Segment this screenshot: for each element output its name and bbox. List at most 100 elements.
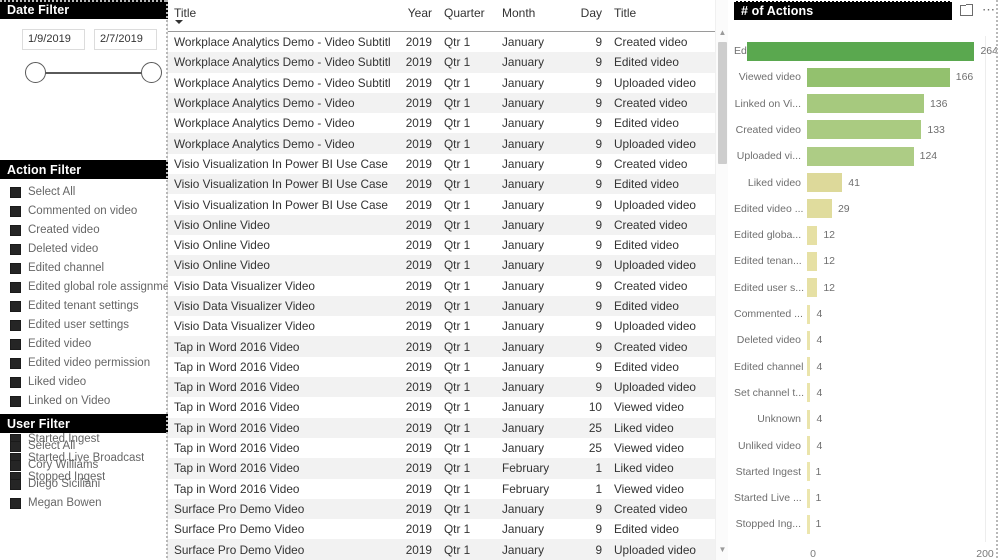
user-filter-item[interactable]: Megan Bowen <box>0 495 168 511</box>
chart-bar-row[interactable]: Commented ... 4 <box>734 301 998 327</box>
action-filter-item[interactable]: Edited video <box>0 336 168 352</box>
table-column-header[interactable]: Quarter <box>438 0 496 32</box>
table-vertical-scrollbar[interactable]: ▲ ▼ <box>715 0 728 560</box>
table-row[interactable]: Surface Pro Demo Video 2019 Qtr 1 January 9 C… <box>168 498 728 520</box>
action-filter-item[interactable]: Select All <box>0 184 168 200</box>
checkbox-icon[interactable] <box>10 459 21 471</box>
chart-bar[interactable] <box>807 146 914 166</box>
table-row[interactable]: Surface Pro Demo Video 2019 Qtr 1 January 9 E… <box>168 519 728 539</box>
chart-bar[interactable] <box>807 409 811 429</box>
action-filter-item[interactable]: Edited user settings <box>0 317 168 333</box>
action-filter-item[interactable]: Commented on video <box>0 203 168 219</box>
table-row[interactable]: Surface Pro Demo Video 2019 Qtr 1 January 9 U… <box>168 539 728 560</box>
table-row[interactable]: Workplace Analytics Demo - Video Subtitl… <box>168 52 728 73</box>
checkbox-icon[interactable] <box>10 376 21 388</box>
chart-bar-row[interactable]: Linked on Vi... 136 <box>734 91 998 117</box>
checkbox-icon[interactable] <box>10 338 21 350</box>
table-row[interactable]: Workplace Analytics Demo - Video 2019 Qtr … <box>168 113 728 133</box>
chart-bar-row[interactable]: Unliked video 4 <box>734 433 998 459</box>
chart-bar-row[interactable]: Unknown 4 <box>734 406 998 432</box>
chart-bar-row[interactable]: Edited video264 <box>734 38 998 64</box>
chart-bar[interactable] <box>807 436 811 455</box>
action-filter-item[interactable]: Edited tenant settings <box>0 298 168 314</box>
table-row[interactable]: Visio Visualization In Power BI Use Case… <box>168 154 728 174</box>
checkbox-icon[interactable] <box>10 224 21 236</box>
table-column-header[interactable]: Title <box>168 0 390 32</box>
chart-bar[interactable] <box>807 199 832 219</box>
user-filter-item[interactable]: Select All <box>0 438 168 454</box>
chart-bar[interactable] <box>807 488 810 508</box>
table-row[interactable]: Tap in Word 2016 Video 2019 Qtr 1 January 9 E… <box>168 357 728 377</box>
checkbox-icon[interactable] <box>10 300 21 312</box>
scroll-down-arrow[interactable]: ▼ <box>716 543 728 556</box>
table-row[interactable]: Visio Visualization In Power BI Use Case… <box>168 194 728 214</box>
chart-bar-row[interactable]: Edited tenan... 12 <box>734 248 998 274</box>
date-start-input[interactable] <box>22 29 85 50</box>
chart-bar[interactable] <box>807 225 818 245</box>
chart-bar[interactable] <box>807 514 810 534</box>
checkbox-icon[interactable] <box>10 319 21 331</box>
table-row[interactable]: Tap in Word 2016 Video 2019 Qtr 1 January 25… <box>168 417 728 438</box>
checkbox-icon[interactable] <box>10 440 21 452</box>
checkbox-icon[interactable] <box>10 395 21 407</box>
table-column-header[interactable]: Month <box>496 0 568 32</box>
chart-bar-row[interactable]: Created video 133 <box>734 117 998 143</box>
user-filter-item[interactable]: Cory Williams <box>0 457 168 473</box>
chart-bar[interactable] <box>807 462 810 482</box>
table-row[interactable]: Visio Data Visualizer Video 2019 Qtr 1 Janu… <box>168 295 728 317</box>
chart-bar[interactable] <box>807 67 950 87</box>
chart-bar-row[interactable]: Set channel t... 4 <box>734 380 998 406</box>
action-filter-item[interactable]: Edited channel <box>0 260 168 276</box>
action-filter-item[interactable]: Edited global role assignment <box>0 279 168 295</box>
chart-bar-row[interactable]: Edited globa... 12 <box>734 222 998 248</box>
checkbox-icon[interactable] <box>10 281 21 293</box>
user-filter-item[interactable]: Diego Siciliani <box>0 476 168 492</box>
checkbox-icon[interactable] <box>10 186 21 198</box>
table-row[interactable]: Visio Online Video 2019 Qtr 1 January 9 Creat… <box>168 214 728 235</box>
chart-bar[interactable] <box>807 330 811 350</box>
table-row[interactable]: Visio Data Visualizer Video 2019 Qtr 1 Janu… <box>168 276 728 296</box>
table-row[interactable]: Tap in Word 2016 Video 2019 Qtr 1 January 9 C… <box>168 336 728 357</box>
table-row[interactable]: Visio Data Visualizer Video 2019 Qtr 1 Janu… <box>168 316 728 336</box>
chart-bar-row[interactable]: Edited user s... 12 <box>734 275 998 301</box>
table-row[interactable]: Visio Online Video 2019 Qtr 1 January 9 Uploa… <box>168 255 728 276</box>
table-row[interactable]: Visio Visualization In Power BI Use Case… <box>168 174 728 195</box>
action-filter-item[interactable]: Liked video <box>0 374 168 390</box>
chart-bar-row[interactable]: Started Live ... 1 <box>734 485 998 511</box>
action-filter-item[interactable]: Edited video permission <box>0 355 168 371</box>
table-row[interactable]: Workplace Analytics Demo - Video 2019 Qtr … <box>168 92 728 114</box>
table-column-header[interactable]: Title <box>608 0 728 32</box>
chart-bar[interactable] <box>807 383 811 403</box>
table-row[interactable]: Workplace Analytics Demo - Video 2019 Qtr … <box>168 133 728 154</box>
chart-bar[interactable] <box>807 173 843 192</box>
scroll-up-arrow[interactable]: ▲ <box>716 26 728 39</box>
table-row[interactable]: Tap in Word 2016 Video 2019 Qtr 1 January 25… <box>168 438 728 458</box>
chart-bar-row[interactable]: Uploaded vi... 124 <box>734 143 998 169</box>
chart-bar[interactable] <box>807 357 811 377</box>
focus-mode-icon[interactable] <box>960 3 973 16</box>
chart-bar[interactable] <box>807 251 818 271</box>
action-filter-item[interactable]: Deleted video <box>0 241 168 257</box>
date-end-input[interactable] <box>94 29 157 50</box>
chart-bar[interactable] <box>747 41 975 61</box>
chart-bar-row[interactable]: Started Ingest 1 <box>734 459 998 485</box>
chart-bar-row[interactable]: Edited channel 4 <box>734 354 998 380</box>
chart-bar-row[interactable]: Liked video 41 <box>734 170 998 196</box>
table-row[interactable]: Tap in Word 2016 Video 2019 Qtr 1 February 1… <box>168 479 728 499</box>
more-options-icon[interactable]: ⋯ <box>982 3 996 16</box>
table-row[interactable]: Tap in Word 2016 Video 2019 Qtr 1 January 9 U… <box>168 377 728 398</box>
checkbox-icon[interactable] <box>10 243 21 255</box>
table-row[interactable]: Tap in Word 2016 Video 2019 Qtr 1 February 1… <box>168 458 728 479</box>
slider-handle-start[interactable] <box>25 62 46 83</box>
chart-bar[interactable] <box>807 304 811 324</box>
checkbox-icon[interactable] <box>10 478 21 490</box>
table-row[interactable]: Visio Online Video 2019 Qtr 1 January 9 Edite… <box>168 235 728 255</box>
table-column-header[interactable]: Day <box>568 0 608 32</box>
table-row[interactable]: Workplace Analytics Demo - Video Subtitl… <box>168 32 728 53</box>
checkbox-icon[interactable] <box>10 205 21 217</box>
chart-bar-row[interactable]: Edited video ... 29 <box>734 196 998 222</box>
table-column-header[interactable]: Year <box>390 0 438 32</box>
action-filter-item[interactable]: Created video <box>0 222 168 238</box>
checkbox-icon[interactable] <box>10 262 21 274</box>
date-range-slider[interactable] <box>25 61 162 85</box>
